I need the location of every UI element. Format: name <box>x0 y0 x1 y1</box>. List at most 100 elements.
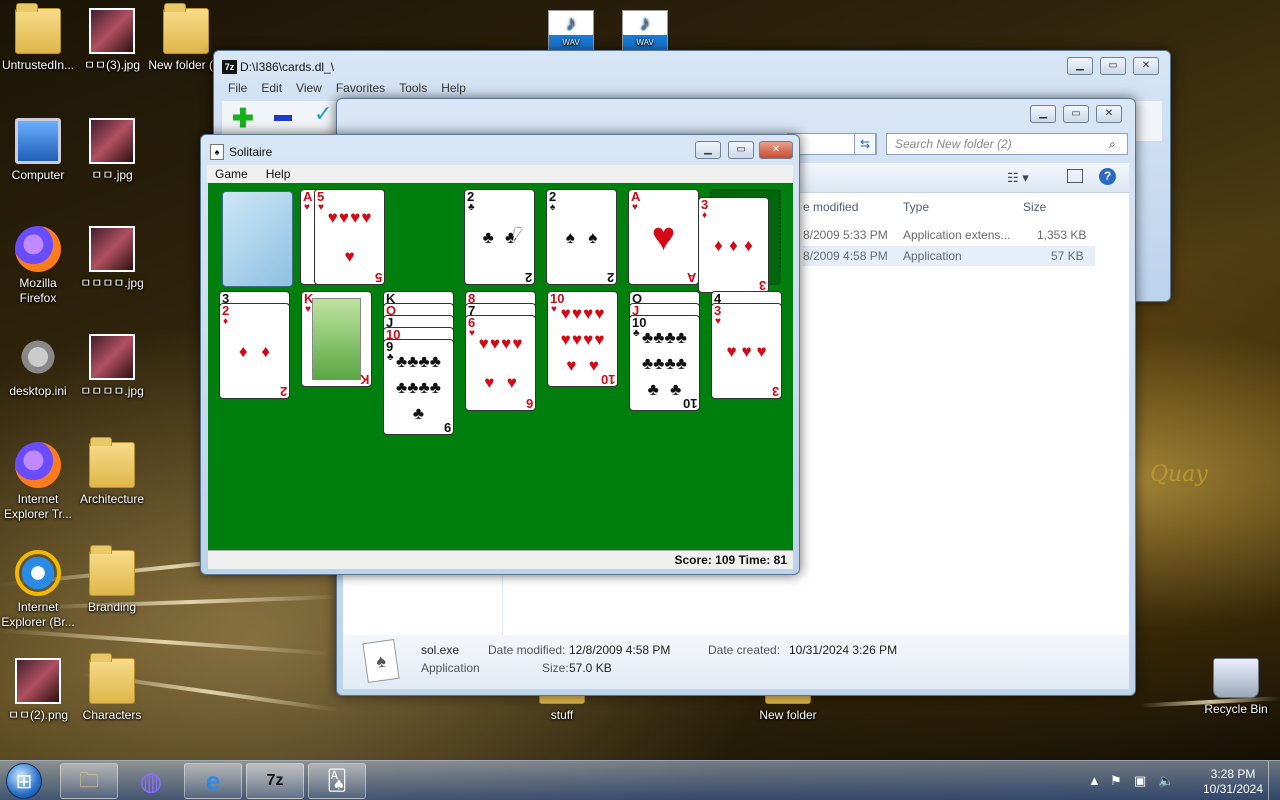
help-icon[interactable]: ? <box>1099 168 1116 185</box>
search-icon[interactable]: ⌕ <box>1109 137 1116 152</box>
solitaire-taskbar-button[interactable]: 🂡 <box>308 763 366 799</box>
ie-taskbar-button[interactable]: e <box>184 763 242 799</box>
view-options-icon[interactable]: ☷ ▾ <box>1007 170 1029 186</box>
minimize-button[interactable]: ▁ <box>695 141 721 159</box>
close-button[interactable]: ✕ <box>1133 57 1159 75</box>
firefox-taskbar-button[interactable]: ◍ <box>122 763 180 799</box>
refresh-icon[interactable]: ⇆ <box>854 133 876 155</box>
image-icon <box>89 226 135 272</box>
solitaire-title: Solitaire <box>229 145 273 159</box>
wallpaper-text: Quay <box>1150 462 1208 487</box>
desktop-icon[interactable]: Recycle Bin <box>1198 658 1274 717</box>
menu-item-view[interactable]: View <box>296 81 322 99</box>
card-pips: ♣ ♣ ♣ ♣ ♣ ♣ ♣ ♣ ♣ <box>396 351 441 423</box>
desktop-icon[interactable]: Internet Explorer Tr... <box>0 442 76 522</box>
file-row[interactable]: 8/2009 4:58 PM Application 57 KB <box>803 246 1095 266</box>
solitaire-window[interactable]: ♠ Solitaire ▁ ▭ ✕ Game Help A ♥ 5 ♥ ♥ ♥ ♥ ♥ ♥ 5 2 ♣ ♣… <box>200 134 800 575</box>
desktop-icon-label: ㅁㅁㅁㅁ.jpg <box>80 276 144 290</box>
playing-card[interactable]: 2 ♣ ♣ ♣ 2 <box>464 189 535 285</box>
desktop-icon[interactable]: Computer <box>0 118 76 183</box>
test-icon[interactable]: ✓ <box>314 101 332 127</box>
card-pips <box>312 298 361 380</box>
details-pane: ♠ sol.exe Application Date modified: 12/… <box>343 635 1129 689</box>
column-size[interactable]: Size <box>1023 200 1046 214</box>
close-button[interactable]: ✕ <box>1096 105 1122 123</box>
desktop-icon-label: desktop.ini <box>9 384 67 398</box>
sevenzip-title: D:\I386\cards.dl_\ <box>240 60 335 74</box>
playing-card[interactable]: K ♥ K <box>301 291 372 387</box>
column-date-modified[interactable]: e modified <box>803 200 858 214</box>
card-rank-bottom: 3 <box>758 278 766 293</box>
menu-item-game[interactable]: Game <box>215 167 248 181</box>
playing-card[interactable]: 2 ♦ ♦ ♦ 2 <box>219 303 290 399</box>
desktop-icon-label: ㅁㅁ.jpg <box>91 168 133 182</box>
menu-item-tools[interactable]: Tools <box>399 81 427 99</box>
desktop-icon[interactable]: UntrustedIn... <box>0 3 76 73</box>
desktop-icon[interactable]: desktop.ini <box>0 334 76 399</box>
menu-item-edit[interactable]: Edit <box>261 81 282 99</box>
clock[interactable]: 3:28 PM 10/31/2024 <box>1198 767 1268 797</box>
maximize-button[interactable]: ▭ <box>1063 105 1089 123</box>
solitaire-file-icon: ♠ <box>362 638 400 684</box>
desktop-icon-label: ㅁㅁ(3).jpg <box>83 58 141 72</box>
desktop-icon[interactable]: Mozilla Firefox <box>0 226 76 306</box>
desktop-icon[interactable]: Characters <box>74 653 150 723</box>
desktop-icon[interactable]: ㅁㅁㅁㅁ.jpg <box>74 226 150 291</box>
playing-card[interactable]: 10 ♥ ♥ ♥ ♥ ♥ ♥ ♥ ♥ ♥ ♥ ♥ 10 <box>547 291 618 387</box>
card-rank-bottom: 9 <box>443 420 451 435</box>
preview-pane-icon[interactable] <box>1067 169 1083 183</box>
solitaire-app-icon: ♠ <box>210 144 224 160</box>
image-icon <box>89 8 135 54</box>
column-type[interactable]: Type <box>903 200 929 214</box>
menu-item-help[interactable]: Help <box>441 81 466 99</box>
desktop-icon[interactable]: ㅁㅁㅁㅁ.jpg <box>74 334 150 399</box>
card-pips: ♦ ♦ ♦ <box>714 235 753 255</box>
card-suit: ♣ <box>633 328 640 339</box>
playing-card[interactable]: 3 ♦ ♦ ♦ ♦ 3 <box>698 197 769 293</box>
playing-card[interactable]: 3 ♥ ♥ ♥ ♥ 3 <box>711 303 782 399</box>
clock-date: 10/31/2024 <box>1202 782 1264 796</box>
card-suit: ♦ <box>223 316 229 327</box>
desktop-icon[interactable]: Architecture <box>74 437 150 507</box>
card-rank-bottom: K <box>359 372 369 387</box>
playing-card[interactable]: 5 ♥ ♥ ♥ ♥ ♥ ♥ 5 <box>314 189 385 285</box>
close-button[interactable]: ✕ <box>759 141 793 159</box>
minimize-button[interactable]: ▁ <box>1067 57 1093 75</box>
playing-card[interactable]: 6 ♥ ♥ ♥ ♥ ♥ ♥ ♥ 6 <box>465 315 536 411</box>
explorer-taskbar-button[interactable]: 🗀 <box>60 763 118 799</box>
minimize-button[interactable]: ▁ <box>1030 105 1056 123</box>
game-board[interactable]: A♥5♥♥♥♥♥♥52♣♣♣22♠♠♠2A♥♥A3♦♦♦♦33♠2♦♦♦2K♥K… <box>208 183 793 550</box>
maximize-button[interactable]: ▭ <box>728 141 754 159</box>
show-hidden-icons-icon[interactable]: ▲ <box>1088 773 1101 788</box>
desktop-icon[interactable]: Branding <box>74 545 150 615</box>
playing-card[interactable]: 2 ♠ ♠ ♠ 2 <box>546 189 617 285</box>
file-date: 8/2009 5:33 PM <box>803 228 888 242</box>
desktop-icon[interactable]: ㅁㅁ(2).png <box>0 658 76 723</box>
menu-item-file[interactable]: File <box>228 81 247 99</box>
menu-item-help[interactable]: Help <box>266 167 291 181</box>
action-center-icon[interactable]: ⚑ <box>1110 773 1122 789</box>
add-icon[interactable]: ✚ <box>232 103 254 134</box>
file-row[interactable]: 8/2009 5:33 PM Application extens... 1,3… <box>803 225 1095 245</box>
desktop-icon-label: Mozilla Firefox <box>19 276 57 305</box>
playing-card[interactable]: 9 ♣ ♣ ♣ ♣ ♣ ♣ ♣ ♣ ♣ ♣ 9 <box>383 339 454 435</box>
maximize-button[interactable]: ▭ <box>1100 57 1126 75</box>
7zip-taskbar-button[interactable]: 7z <box>246 763 304 799</box>
card-rank-bottom: 10 <box>682 396 697 411</box>
detail-modified: 12/8/2009 4:58 PM <box>569 643 671 657</box>
volume-icon[interactable]: 🔈 <box>1158 773 1174 789</box>
desktop-icon[interactable]: ㅁㅁ.jpg <box>74 118 150 183</box>
extract-icon[interactable] <box>274 115 292 121</box>
start-button[interactable] <box>6 763 42 799</box>
desktop-icon[interactable]: ㅁㅁ(3).jpg <box>74 8 150 73</box>
card-rank-bottom: A <box>686 270 696 285</box>
desktop-icon-label: New folder <box>759 708 817 722</box>
network-icon[interactable]: ▣ <box>1134 773 1146 789</box>
desktop-icon[interactable]: Internet Explorer (Br... <box>0 550 76 630</box>
playing-card[interactable]: 10 ♣ ♣ ♣ ♣ ♣ ♣ ♣ ♣ ♣ ♣ ♣ 10 <box>629 315 700 411</box>
menu-item-favorites[interactable]: Favorites <box>336 81 385 99</box>
playing-card[interactable]: A ♥ ♥ A <box>628 189 699 285</box>
stock-pile[interactable] <box>222 191 293 287</box>
search-input[interactable]: Search New folder (2) <box>886 133 1128 155</box>
show-desktop-button[interactable] <box>1268 761 1280 800</box>
